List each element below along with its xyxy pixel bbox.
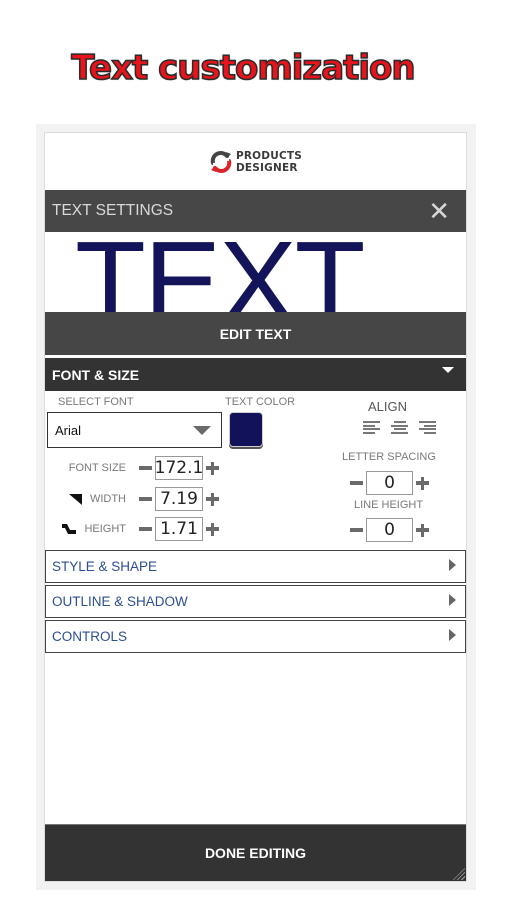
select-font-label: SELECT FONT <box>58 396 134 408</box>
height-input[interactable]: 1.71 <box>155 517 203 541</box>
style-shape-label: STYLE & SHAPE <box>52 559 158 574</box>
width-decrease-button[interactable] <box>139 497 152 501</box>
line-height-label: LINE HEIGHT <box>354 499 424 511</box>
align-center-icon[interactable] <box>391 421 408 434</box>
align-right-icon[interactable] <box>419 421 436 434</box>
chevron-down-icon <box>442 366 454 373</box>
font-size-increase-button[interactable] <box>206 461 219 475</box>
height-row: HEIGHT 1.71 <box>45 517 222 541</box>
text-settings-panel: PRODUCTS DESIGNER TEXT SETTINGS ✕ TEXT E… <box>44 132 467 882</box>
chevron-right-icon <box>449 558 456 571</box>
text-settings-title: TEXT SETTINGS <box>52 202 174 219</box>
products-designer-logo: PRODUCTS DESIGNER <box>45 133 466 190</box>
logo-text: PRODUCTS DESIGNER <box>236 150 302 174</box>
font-size-section-body: SELECT FONT Arial TEXT COLOR ALIGN FONT … <box>45 391 466 549</box>
logo-line-1: PRODUCTS <box>236 149 302 162</box>
line-height-row: 0 <box>347 518 432 542</box>
promo-title-text: Text customization <box>71 47 417 89</box>
close-icon[interactable]: ✕ <box>428 198 450 224</box>
edit-text-button[interactable]: EDIT TEXT <box>45 312 466 357</box>
logo-line-2: DESIGNER <box>236 161 298 174</box>
outline-shadow-label: OUTLINE & SHADOW <box>52 594 188 609</box>
chevron-right-icon <box>449 593 456 606</box>
align-left-icon[interactable] <box>363 421 380 434</box>
font-size-section-title: FONT & SIZE <box>52 366 140 383</box>
style-shape-section[interactable]: STYLE & SHAPE <box>45 550 466 583</box>
logo-icon <box>210 150 232 173</box>
done-editing-label: DONE EDITING <box>204 845 307 861</box>
text-color-label: TEXT COLOR <box>225 396 296 408</box>
letter-spacing-input[interactable]: 0 <box>366 471 413 495</box>
width-icon <box>68 493 82 505</box>
font-size-label: FONT SIZE <box>68 462 126 474</box>
letter-spacing-decrease-button[interactable] <box>350 481 363 485</box>
font-size-row: FONT SIZE 172.1 <box>45 456 222 480</box>
height-increase-button[interactable] <box>206 522 219 536</box>
width-input[interactable]: 7.19 <box>155 487 203 511</box>
height-decrease-button[interactable] <box>139 527 152 531</box>
font-size-decrease-button[interactable] <box>139 466 152 470</box>
font-size-input[interactable]: 172.1 <box>155 456 203 480</box>
width-increase-button[interactable] <box>206 492 219 506</box>
dropdown-caret-icon <box>193 425 211 435</box>
letter-spacing-row: 0 <box>347 471 432 495</box>
outline-shadow-section[interactable]: OUTLINE & SHADOW <box>45 585 466 618</box>
line-height-decrease-button[interactable] <box>350 528 363 532</box>
font-select[interactable]: Arial <box>47 412 222 448</box>
text-color-swatch[interactable] <box>229 412 263 447</box>
text-preview: TEXT <box>45 232 466 312</box>
line-height-increase-button[interactable] <box>416 523 429 537</box>
align-label: ALIGN <box>368 399 408 414</box>
width-row: WIDTH 7.19 <box>45 487 222 511</box>
height-icon <box>62 524 77 534</box>
width-label: WIDTH <box>45 493 126 505</box>
letter-spacing-increase-button[interactable] <box>416 476 429 490</box>
done-editing-button[interactable]: DONE EDITING <box>45 824 466 881</box>
font-size-section-header[interactable]: FONT & SIZE <box>45 358 466 391</box>
resize-grip-icon[interactable] <box>453 868 465 880</box>
align-options <box>363 421 436 434</box>
promo-title: Text customization <box>0 47 506 89</box>
font-select-value: Arial <box>55 422 82 438</box>
chevron-right-icon <box>449 628 456 641</box>
controls-section[interactable]: CONTROLS <box>45 620 466 653</box>
preview-text: TEXT <box>75 232 365 312</box>
height-label: HEIGHT <box>45 523 126 535</box>
line-height-input[interactable]: 0 <box>366 518 413 542</box>
controls-label: CONTROLS <box>52 629 128 644</box>
text-settings-header: TEXT SETTINGS ✕ <box>45 190 466 232</box>
app-frame: PRODUCTS DESIGNER TEXT SETTINGS ✕ TEXT E… <box>36 124 476 890</box>
letter-spacing-label: LETTER SPACING <box>342 451 436 463</box>
